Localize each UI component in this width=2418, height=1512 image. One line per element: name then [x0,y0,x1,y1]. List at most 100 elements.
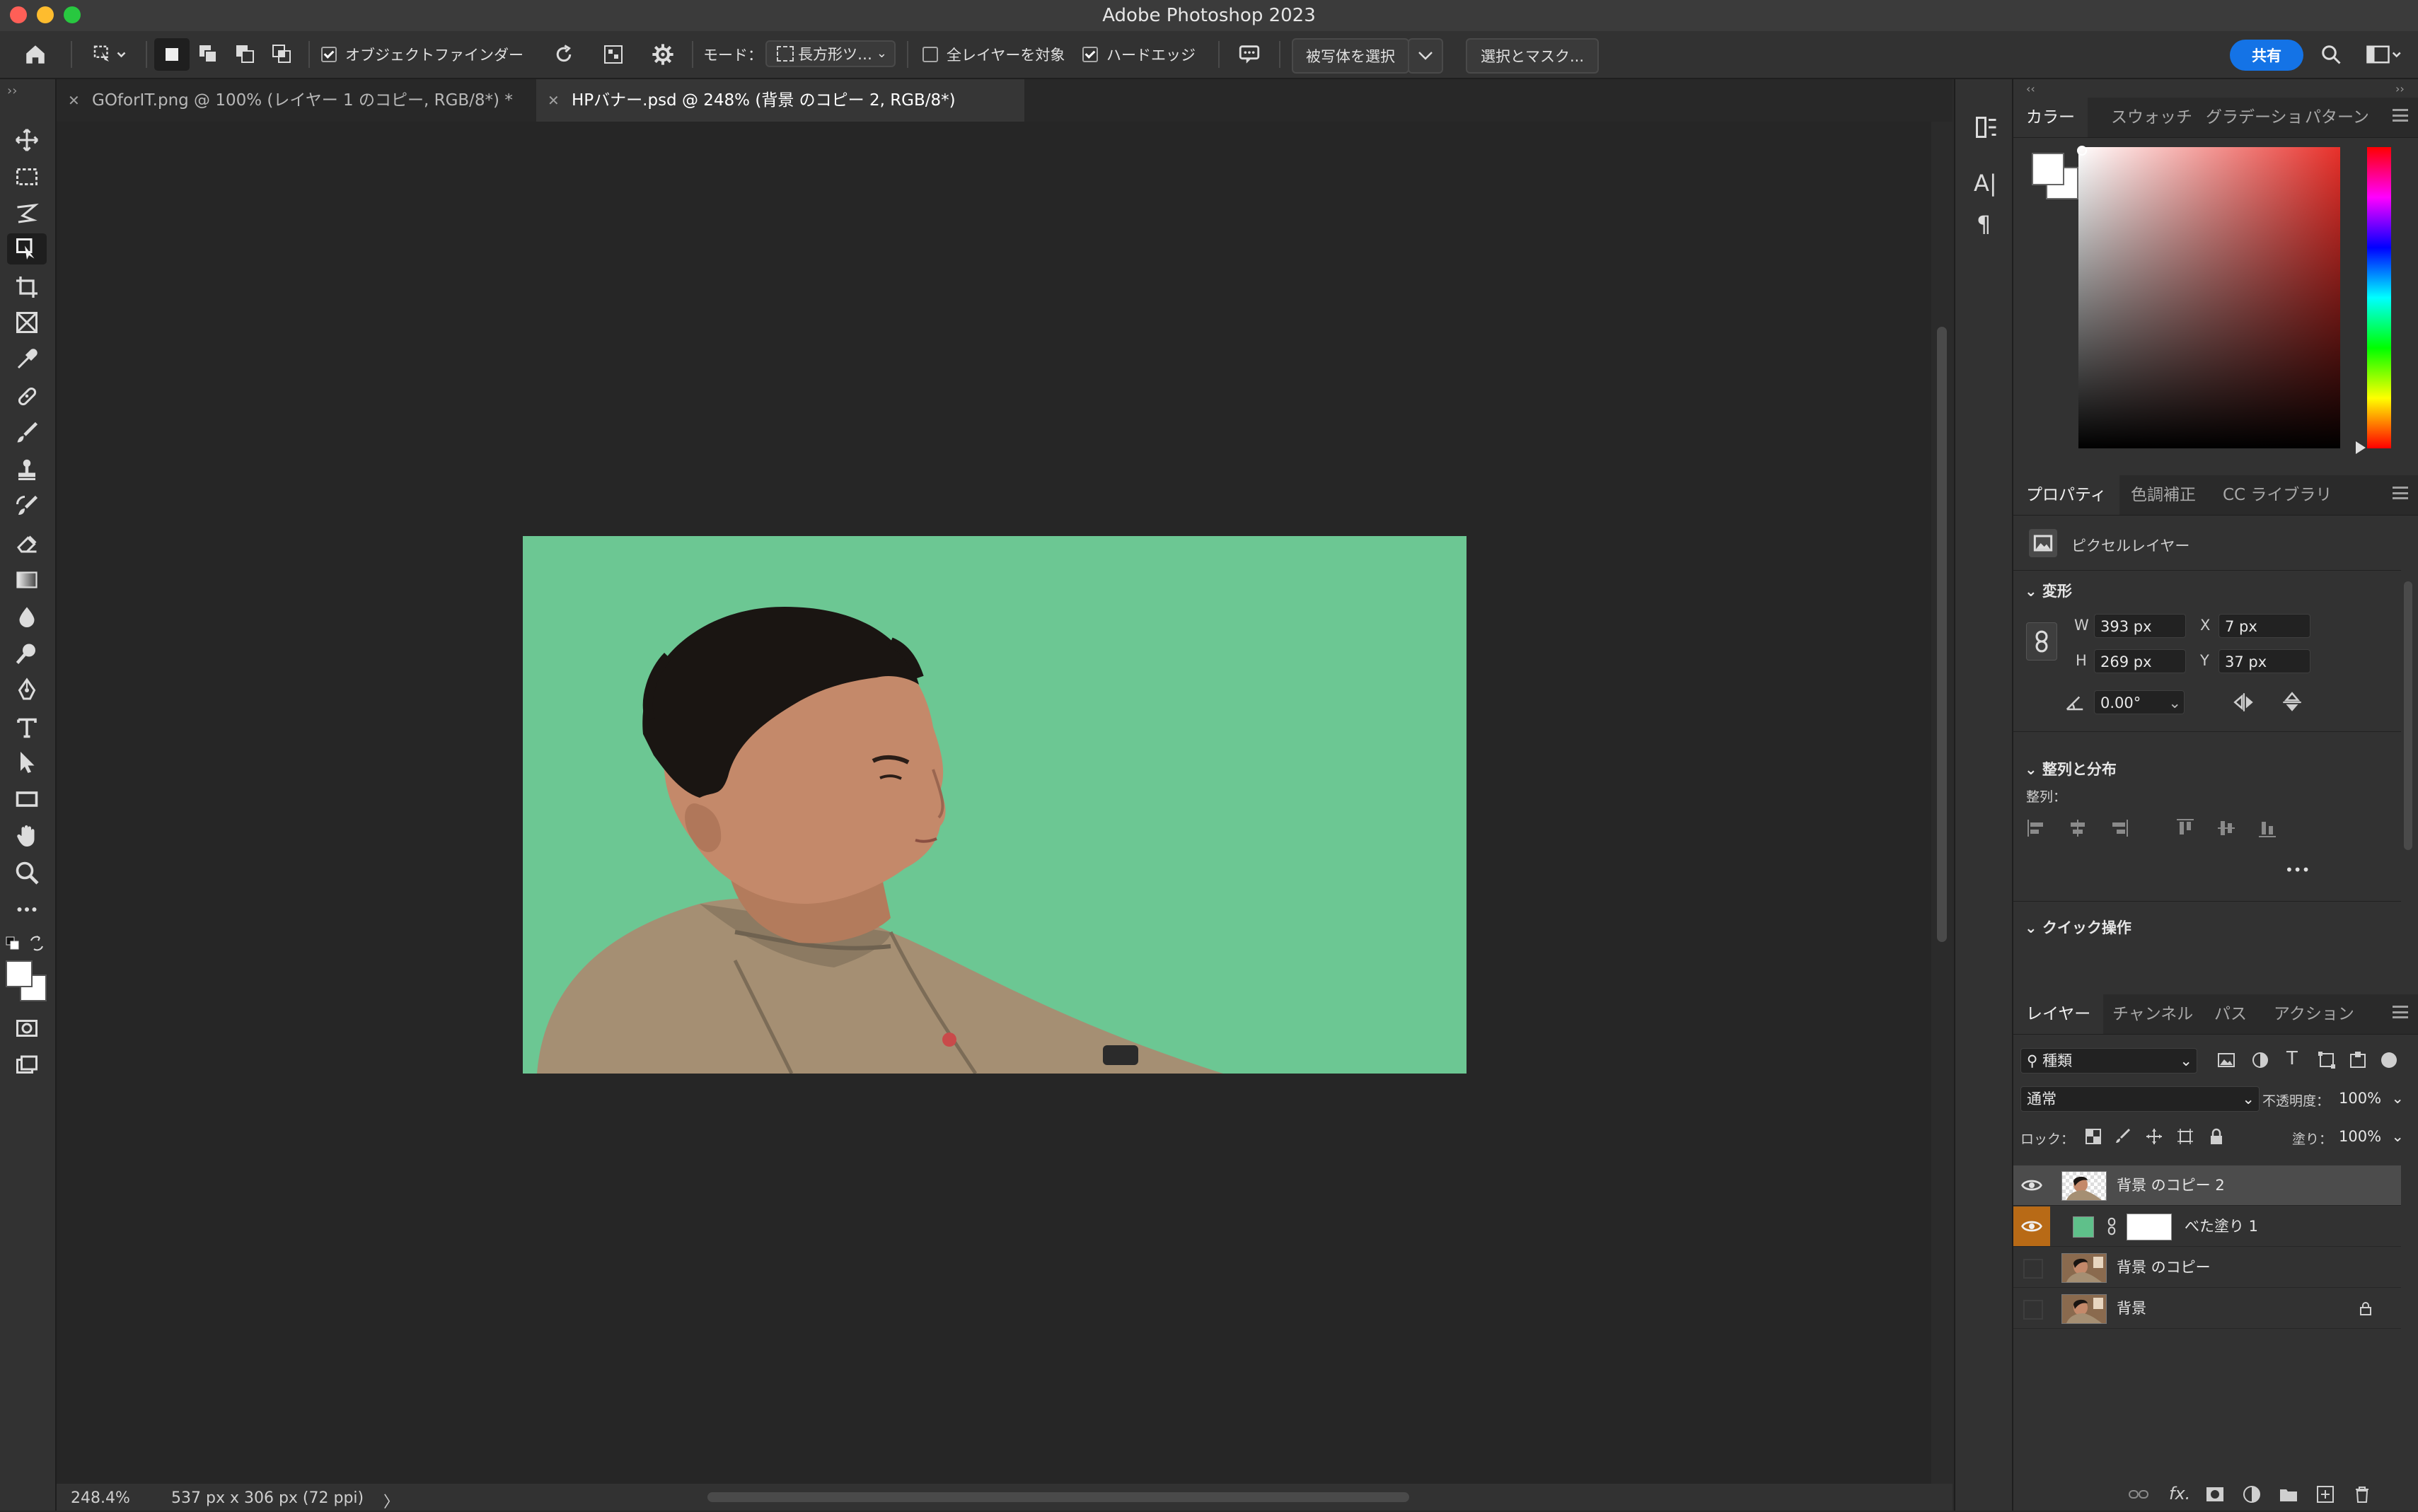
show-all-objects-icon[interactable] [596,38,631,71]
hue-slider[interactable] [2367,147,2391,448]
layer-row[interactable]: 背景 のコピー 2 [2013,1165,2401,1206]
tab-actions[interactable]: アクション [2261,994,2367,1034]
color-picker-cursor[interactable] [2077,146,2087,156]
flip-vertical-icon[interactable] [2279,690,2305,714]
swap-colors-icon[interactable] [28,935,45,952]
filter-pixel-icon[interactable] [2216,1049,2237,1071]
search-icon[interactable] [2313,38,2349,71]
tab-adjustments[interactable]: 色調補正 [2118,475,2209,515]
all-layers-toggle[interactable]: 全レイヤーを対象 [922,38,1065,71]
layer-row[interactable]: 背景 [2013,1289,2401,1329]
paragraph-panel-icon[interactable]: ¶ [1977,211,1991,238]
align-right-edges-icon[interactable] [2108,818,2129,839]
filter-type-icon[interactable]: T [2286,1048,2298,1069]
layer-style-fx-button[interactable]: fx. [2169,1484,2190,1504]
default-colors-icon[interactable] [6,936,20,950]
lock-position-icon[interactable] [2145,1127,2163,1146]
vertical-scroll-thumb[interactable] [1937,327,1947,942]
hard-edge-toggle[interactable]: ハードエッジ [1082,38,1196,71]
tab-patterns[interactable]: パターン [2292,98,2382,137]
clone-stamp-icon[interactable] [7,454,47,485]
fill-color-swatch[interactable] [2073,1216,2094,1238]
select-and-mask-button[interactable]: 選択とマスク... [1466,38,1599,74]
layer-mask-link-icon[interactable] [2105,1216,2118,1236]
tab-color[interactable]: カラー [2013,98,2088,137]
panel-menu-icon[interactable] [2393,109,2408,122]
new-group-folder-icon[interactable] [2278,1484,2299,1505]
intersect-selection-icon[interactable] [265,38,300,71]
panel-collapse-arrows-icon[interactable]: ‹‹ [2026,82,2035,95]
select-subject-button[interactable]: 被写体を選択 [1292,38,1409,74]
layer-filter-dropdown[interactable]: ⚲ 種類 ⌄ [2020,1048,2197,1074]
character-panel-icon[interactable]: A| [1974,170,1997,197]
color-foreground-swatch[interactable] [2032,153,2064,185]
tab-paths[interactable]: パス [2202,994,2260,1034]
link-dimensions-icon[interactable] [2026,622,2057,661]
frame-tool-icon[interactable] [7,307,47,338]
layer-mask-thumbnail[interactable] [2127,1214,2172,1240]
fill-input[interactable]: 100% ⌄ [2333,1124,2404,1150]
align-top-edges-icon[interactable] [2175,818,2196,839]
link-layers-icon[interactable] [2128,1484,2149,1505]
path-selection-icon[interactable] [7,747,47,778]
lock-transparent-pixels-icon[interactable] [2084,1127,2102,1146]
new-layer-icon[interactable] [2315,1484,2336,1505]
horizontal-scroll-thumb[interactable] [707,1492,1409,1502]
quick-mask-icon[interactable] [7,1013,47,1044]
refresh-icon[interactable] [546,38,582,71]
panel-expand-arrows-icon[interactable]: ›› [2395,82,2405,95]
workspace-switcher-icon[interactable] [2356,38,2411,71]
tab-cc-libraries[interactable]: CC ライブラリ [2210,475,2344,515]
color-picker-field[interactable] [2078,147,2340,448]
hard-edge-checkbox[interactable] [1082,47,1098,62]
x-input[interactable]: 7 px [2219,614,2310,638]
align-section-toggle[interactable]: ⌄ 整列と分布 [2025,758,2117,779]
tab-channels[interactable]: チャンネル [2100,994,2206,1034]
more-tools-icon[interactable] [7,894,47,925]
align-vertical-centers-icon[interactable] [2216,818,2237,839]
dodge-tool-icon[interactable] [7,638,47,669]
foreground-color-swatch[interactable] [6,960,33,987]
visibility-eye-icon[interactable] [2020,1174,2043,1197]
subtract-from-selection-icon[interactable] [228,38,263,71]
opacity-input[interactable]: 100% ⌄ [2333,1086,2404,1112]
tab-properties[interactable]: プロパティ [2013,475,2119,515]
more-align-options-button[interactable]: ••• [2285,861,2310,878]
transform-section-toggle[interactable]: ⌄ 変形 [2025,580,2072,601]
visibility-toggle[interactable] [2013,1206,2050,1246]
all-layers-checkbox[interactable] [922,47,938,62]
tab-goforit[interactable]: ✕ GOforIT.png @ 100% (レイヤー 1 のコピー, RGB/8… [57,79,535,122]
delete-layer-trash-icon[interactable] [2352,1484,2373,1505]
flip-horizontal-icon[interactable] [2231,690,2257,714]
object-finder-toggle[interactable]: オブジェクトファインダー [321,38,523,71]
mode-dropdown[interactable]: 長方形ツ… ⌄ [765,40,896,67]
align-bottom-edges-icon[interactable] [2257,818,2278,839]
brush-tool-icon[interactable] [7,417,47,448]
select-subject-dropdown[interactable] [1408,38,1443,74]
vertical-scrollbar[interactable] [1931,122,1953,1484]
filter-shape-icon[interactable] [2316,1049,2337,1071]
lasso-tool-icon[interactable] [7,198,47,229]
filter-toggle-icon[interactable] [2381,1052,2397,1068]
gradient-tool-icon[interactable] [7,564,47,595]
layer-row[interactable]: べた塗り 1 [2013,1206,2401,1247]
type-tool-icon[interactable] [7,711,47,743]
tab-layers[interactable]: レイヤー [2013,994,2104,1034]
panel-menu-icon[interactable] [2393,487,2408,499]
document-canvas[interactable] [523,536,1467,1074]
history-panel-icon[interactable] [1974,113,1999,141]
lock-all-icon[interactable] [2207,1127,2226,1146]
object-finder-checkbox[interactable] [321,47,337,62]
speech-bubble-icon[interactable] [1231,38,1268,71]
adjustment-layer-icon[interactable] [2241,1484,2262,1505]
pen-tool-icon[interactable] [7,675,47,706]
blend-mode-dropdown[interactable]: 通常 ⌄ [2020,1086,2260,1112]
lock-image-pixels-icon[interactable] [2114,1127,2132,1146]
add-to-selection-icon[interactable] [191,38,226,71]
collapse-arrows-icon[interactable]: ›› [7,83,17,98]
tab-hp-banner[interactable]: ✕ HPバナー.psd @ 248% (背景 のコピー 2, RGB/8*) [536,79,1024,122]
healing-brush-icon[interactable] [7,380,47,412]
quick-actions-section-toggle[interactable]: ⌄ クイック操作 [2025,917,2131,938]
hand-tool-icon[interactable] [7,820,47,851]
lock-artboard-icon[interactable] [2176,1127,2194,1146]
